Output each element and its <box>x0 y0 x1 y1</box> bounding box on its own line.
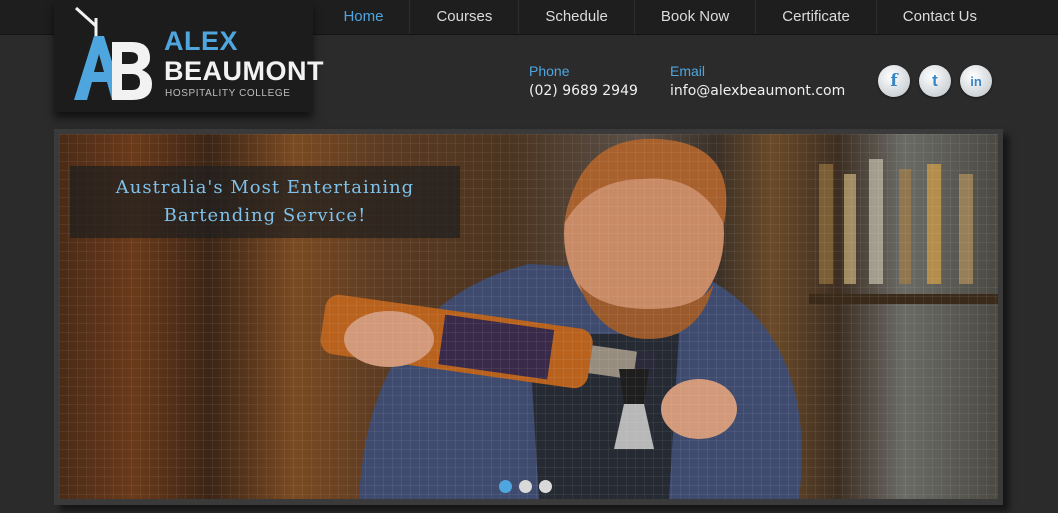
nav-schedule[interactable]: Schedule <box>518 0 634 34</box>
email-address[interactable]: info@alexbeaumont.com <box>670 83 845 99</box>
logo-name-last: BEAUMONT <box>164 56 324 86</box>
email-label: Email <box>670 63 706 79</box>
nav-book-now[interactable]: Book Now <box>633 0 755 34</box>
hero-slider: Australia's Most Entertaining Bartending… <box>54 129 1003 505</box>
slider-pagination <box>499 480 552 493</box>
bartender-slide-image: Australia's Most Entertaining Bartending… <box>59 134 998 499</box>
slider-dot-3[interactable] <box>539 480 552 493</box>
nav-courses[interactable]: Courses <box>409 0 518 34</box>
slide-caption: Australia's Most Entertaining Bartending… <box>70 166 460 238</box>
nav-certificate[interactable]: Certificate <box>755 0 876 34</box>
nav-contact-us[interactable]: Contact Us <box>875 0 1003 34</box>
caption-line-2: Bartending Service! <box>163 205 367 226</box>
ab-logo-mark-icon <box>74 6 152 100</box>
facebook-icon[interactable]: f <box>878 65 910 97</box>
phone-label: Phone <box>529 63 570 79</box>
linkedin-icon[interactable]: in <box>960 65 992 97</box>
main-nav: Home Courses Schedule Book Now Certifica… <box>317 0 1003 34</box>
social-links: f t in <box>878 65 992 97</box>
twitter-icon[interactable]: t <box>919 65 951 97</box>
site-logo[interactable]: ALEX BEAUMONT HOSPITALITY COLLEGE <box>54 0 324 112</box>
phone-contact: Phone (02) 9689 2949 <box>529 63 638 99</box>
nav-home[interactable]: Home <box>317 0 409 34</box>
email-contact: Email info@alexbeaumont.com <box>670 63 845 99</box>
phone-number[interactable]: (02) 9689 2949 <box>529 83 638 99</box>
slider-dot-2[interactable] <box>519 480 532 493</box>
logo-name-first: ALEX <box>164 26 239 56</box>
logo-subtitle: HOSPITALITY COLLEGE <box>165 88 291 99</box>
caption-line-1: Australia's Most Entertaining <box>115 177 415 198</box>
slider-dot-1[interactable] <box>499 480 512 493</box>
